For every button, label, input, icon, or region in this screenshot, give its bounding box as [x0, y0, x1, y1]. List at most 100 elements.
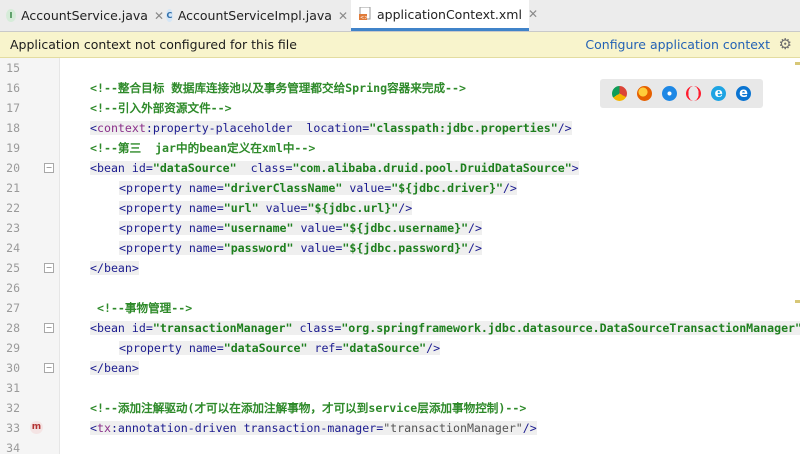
- line-number: 17: [6, 101, 20, 115]
- interface-icon: I: [6, 9, 17, 22]
- code-token: "${jdbc.username}": [342, 221, 469, 235]
- code-token: <!--整合目标 数据库连接池以及事务管理都交给Spring容器来完成-->: [90, 81, 466, 95]
- code-content: <!--添加注解驱动(才可以在添加注解事物，才可以到service层添加事物控制…: [90, 401, 526, 415]
- code-token: />: [468, 221, 483, 235]
- code-line[interactable]: 25 − </bean>: [0, 258, 800, 278]
- code-line[interactable]: 33 m <tx:annotation-driven transaction-man…: [0, 418, 800, 438]
- code-text: <tx:annotation-driven transaction-manage…: [90, 418, 537, 438]
- fold-icon[interactable]: −: [44, 363, 54, 373]
- fold-icon[interactable]: −: [44, 323, 54, 333]
- code-content: <tx:annotation-driven transaction-manage…: [90, 421, 537, 435]
- code-line[interactable]: 32 <!--添加注解驱动(才可以在添加注解事物，才可以到service层添加事物…: [0, 398, 800, 418]
- editor-tab-bar: I AccountService.java ✕ C AccountService…: [0, 0, 800, 32]
- safari-icon[interactable]: [661, 86, 677, 101]
- line-number: 30: [6, 361, 20, 375]
- code-token: "${jdbc.driver}": [391, 181, 503, 195]
- line-number: 16: [6, 81, 20, 95]
- ie-icon[interactable]: e: [711, 86, 727, 101]
- code-token: />: [398, 201, 413, 215]
- code-text: <!--引入外部资源文件-->: [90, 98, 232, 118]
- firefox-icon[interactable]: [636, 86, 652, 101]
- line-number: 27: [6, 301, 20, 315]
- line-number: 26: [6, 281, 20, 295]
- code-token: context: [96, 121, 146, 135]
- code-token: <: [90, 121, 97, 135]
- code-token: "url": [223, 201, 259, 215]
- code-token: :annotation-driven: [110, 421, 244, 435]
- code-token: id=: [131, 321, 153, 335]
- code-line[interactable]: 31: [0, 378, 800, 398]
- code-line[interactable]: 26: [0, 278, 800, 298]
- svg-text:<>: <>: [360, 15, 368, 21]
- tab-account-service[interactable]: I AccountService.java ✕: [6, 0, 164, 31]
- tab-label: AccountService.java: [21, 8, 148, 23]
- code-token: <bean: [90, 321, 132, 335]
- scrollbar-marker[interactable]: [795, 300, 800, 303]
- code-token: location=: [306, 121, 370, 135]
- edge-icon[interactable]: e: [736, 86, 752, 101]
- scrollbar-marker[interactable]: [795, 62, 800, 65]
- code-token: value=: [349, 181, 392, 195]
- code-line[interactable]: 20 − <bean id="dataSource" class="com.alib…: [0, 158, 800, 178]
- code-token: <!--引入外部资源文件-->: [90, 101, 232, 115]
- tab-account-service-impl[interactable]: C AccountServiceImpl.java ✕: [166, 0, 348, 31]
- tab-label: applicationContext.xml: [377, 6, 522, 22]
- code-text: <property name="password" value="${jdbc.…: [90, 238, 483, 258]
- tab-label: AccountServiceImpl.java: [177, 8, 332, 23]
- code-line[interactable]: 23 <property name="username" value="${jdb…: [0, 218, 800, 238]
- code-editor[interactable]: 15 16 <!--整合目标 数据库连接池以及事务管理都交给Spring容器来完成-…: [0, 58, 800, 458]
- code-token: <!--添加注解驱动(才可以在添加注解事物，才可以到service层添加事物控制…: [90, 401, 527, 415]
- code-line[interactable]: 24 <property name="password" value="${jdb…: [0, 238, 800, 258]
- code-text: <!--事物管理-->: [90, 298, 192, 318]
- code-line[interactable]: 19 <!--第三 jar中的bean定义在xml中-->: [0, 138, 800, 158]
- code-content: <!--整合目标 数据库连接池以及事务管理都交给Spring容器来完成-->: [90, 81, 466, 95]
- configure-context-link[interactable]: Configure application context: [585, 37, 770, 52]
- code-line[interactable]: 29 <property name="dataSource" ref="dataS…: [0, 338, 800, 358]
- code-line[interactable]: 34: [0, 438, 800, 458]
- class-icon: C: [166, 9, 173, 22]
- code-token: />: [502, 181, 517, 195]
- code-text: <property name="url" value="${jdbc.url}"…: [90, 198, 413, 218]
- code-line[interactable]: 30 − </bean>: [0, 358, 800, 378]
- close-icon[interactable]: ✕: [338, 9, 348, 23]
- code-text: <property name="username" value="${jdbc.…: [90, 218, 483, 238]
- code-token: />: [426, 341, 441, 355]
- close-icon[interactable]: ✕: [154, 9, 164, 23]
- code-token: ref=: [314, 341, 343, 355]
- code-line[interactable]: 27 <!--事物管理-->: [0, 298, 800, 318]
- close-icon[interactable]: ✕: [528, 7, 538, 21]
- code-token: </bean>: [90, 261, 139, 275]
- code-token: <property: [119, 201, 189, 215]
- code-token: />: [522, 421, 537, 435]
- code-text: <!--第三 jar中的bean定义在xml中-->: [90, 138, 315, 158]
- code-token: transaction-manager=: [243, 421, 384, 435]
- code-token: </bean>: [90, 361, 139, 375]
- code-content: <context:property-placeholder location="…: [90, 121, 572, 135]
- code-token: <property: [119, 241, 189, 255]
- code-text: <property name="driverClassName" value="…: [90, 178, 517, 198]
- code-token: name=: [188, 181, 224, 195]
- line-number: 20: [6, 161, 20, 175]
- code-line[interactable]: 28 − <bean id="transactionManager" class="…: [0, 318, 800, 338]
- line-number: 28: [6, 321, 20, 335]
- code-token: "${jdbc.url}": [307, 201, 399, 215]
- code-line[interactable]: 22 <property name="url" value="${jdbc.url…: [0, 198, 800, 218]
- code-token: "transactionManager": [152, 321, 293, 335]
- tab-application-context[interactable]: <> applicationContext.xml ✕: [351, 0, 538, 31]
- code-content: </bean>: [90, 261, 139, 275]
- opera-icon[interactable]: [686, 86, 702, 101]
- code-line[interactable]: 18 <context:property-placeholder location…: [0, 118, 800, 138]
- line-number: 25: [6, 261, 20, 275]
- fold-icon[interactable]: −: [44, 263, 54, 273]
- code-content: <property name="username" value="${jdbc.…: [119, 221, 483, 235]
- code-text: <!--整合目标 数据库连接池以及事务管理都交给Spring容器来完成-->: [90, 78, 466, 98]
- code-content: <property name="url" value="${jdbc.url}"…: [119, 201, 413, 215]
- spring-bean-gutter-icon[interactable]: m: [30, 421, 43, 434]
- code-line[interactable]: 21 <property name="driverClassName" value…: [0, 178, 800, 198]
- fold-icon[interactable]: −: [44, 163, 54, 173]
- code-content: <property name="driverClassName" value="…: [119, 181, 517, 195]
- code-token: name=: [188, 221, 224, 235]
- code-line[interactable]: 15: [0, 58, 800, 78]
- gear-icon[interactable]: ⚙: [779, 35, 792, 53]
- chrome-icon[interactable]: [611, 86, 627, 101]
